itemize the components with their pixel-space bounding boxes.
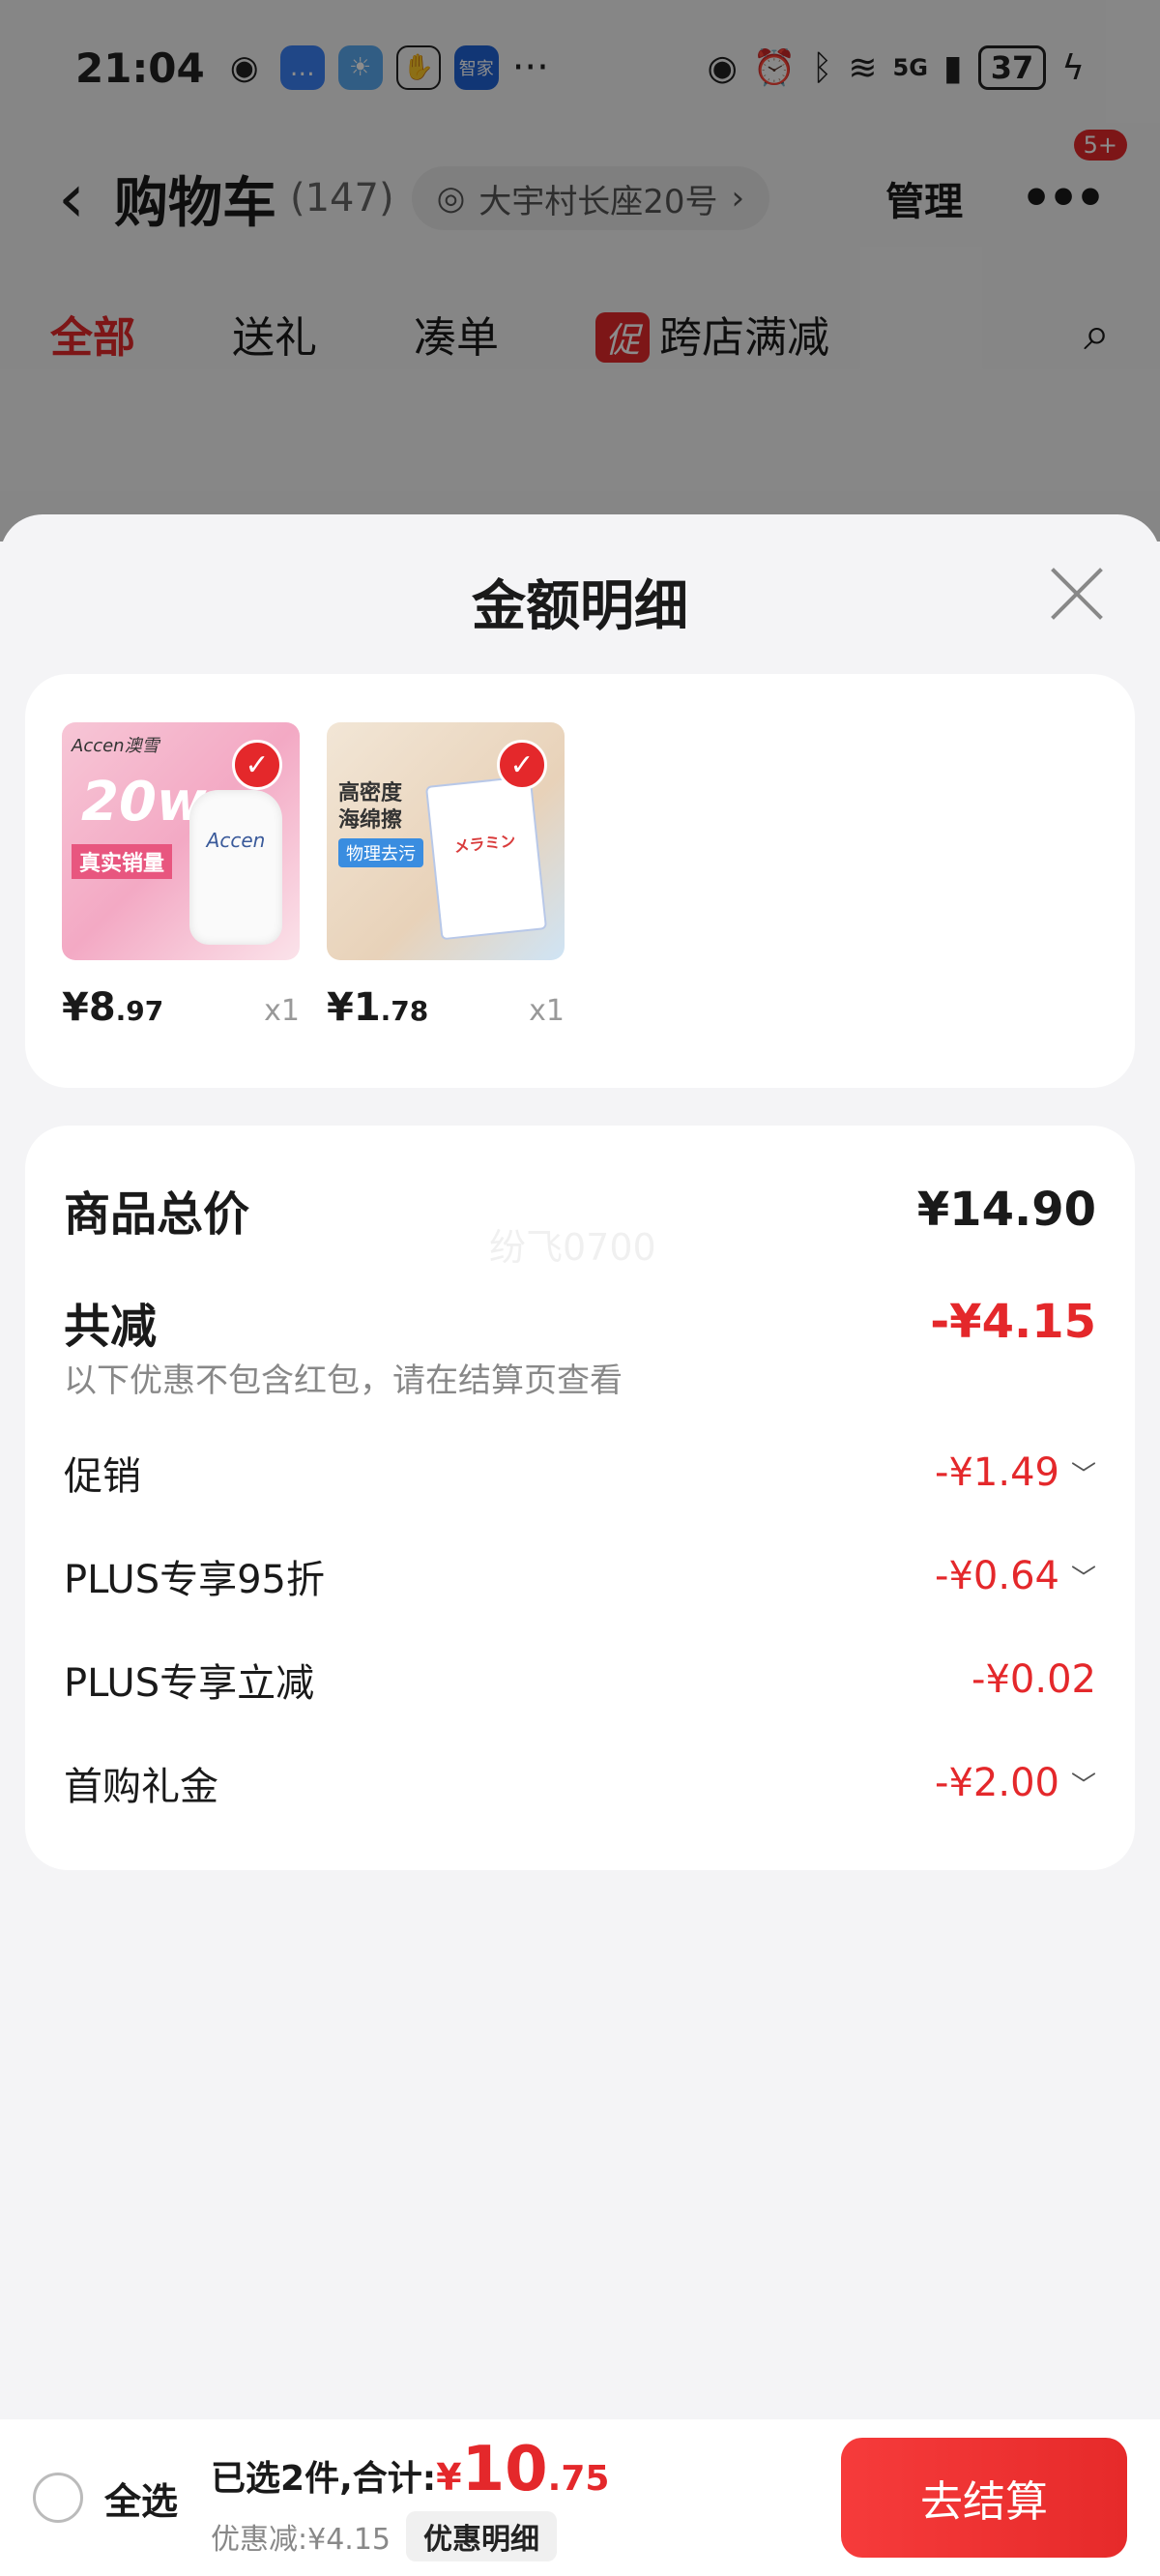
check-icon[interactable]: ✓ [497, 740, 547, 790]
discount-value: -¥0.02 [972, 1657, 1096, 1702]
discount-label: PLUS专享立减 [64, 1661, 315, 1706]
bottle-illustration: Accen [189, 790, 282, 945]
total-price-label: 商品总价 [64, 1187, 250, 1242]
product-badge-text: 20w [81, 771, 207, 834]
chevron-down-icon: ﹀ [1070, 1564, 1096, 1594]
product-item[interactable]: 高密度 海绵擦 物理去污 メラミン ✓ ¥1.78 x1 [327, 722, 565, 1030]
product-image: Accen澳雪 20w 真实销量 Accen ✓ [62, 722, 300, 960]
total-reduction-label: 共减 [64, 1300, 158, 1354]
product-image-tag: 物理去污 [338, 838, 423, 867]
total-line: 已选2件,合计: ¥ 10 .75 [211, 2434, 609, 2505]
total-decimal: .75 [547, 2459, 610, 2499]
checkout-button[interactable]: 去结算 [841, 2438, 1127, 2558]
discount-value: -¥0.64 ﹀ [935, 1554, 1096, 1598]
product-price: ¥1.78 [327, 985, 429, 1030]
discount-detail-button[interactable]: 优惠明细 [406, 2511, 558, 2561]
selected-products-card: Accen澳雪 20w 真实销量 Accen ✓ ¥8.97 x1 高密度 海绵… [25, 674, 1135, 1088]
discount-row-promotion[interactable]: 促销 -¥1.49 ﹀ [64, 1445, 1096, 1501]
sponge-box-illustration: メラミン [424, 775, 548, 941]
modal-overlay[interactable] [0, 0, 1160, 542]
product-quantity: x1 [264, 994, 300, 1028]
checkout-bar: 全选 已选2件,合计: ¥ 10 .75 优惠减:¥4.15 优惠明细 去结算 [0, 2419, 1160, 2576]
total-price-value: ¥14.90 [916, 1183, 1096, 1237]
selected-count-text: 已选2件,合计: [211, 2459, 437, 2499]
check-icon[interactable]: ✓ [232, 740, 282, 790]
discount-label: 首购礼金 [64, 1765, 218, 1809]
chevron-down-icon: ﹀ [1070, 1460, 1096, 1490]
select-all-label[interactable]: 全选 [104, 2472, 178, 2525]
sheet-title: 金额明细 [472, 574, 688, 638]
select-all-radio-icon[interactable] [33, 2473, 83, 2523]
discount-line: 优惠减:¥4.15 优惠明细 [211, 2511, 609, 2561]
discount-value: -¥1.49 ﹀ [935, 1450, 1096, 1495]
product-sales-text: 真实销量 [72, 844, 173, 879]
discount-row-plus-95[interactable]: PLUS专享95折 -¥0.64 ﹀ [64, 1548, 1096, 1604]
product-image-text: 高密度 海绵擦 [338, 781, 403, 833]
reduction-note: 以下优惠不包含红包，请在结算页查看 [64, 1361, 623, 1400]
price-summary-card: 纷飞0700 商品总价 ¥14.90 共减 -¥4.15 以下优惠不包含红包，请… [25, 1126, 1135, 1870]
chevron-down-icon: ﹀ [1070, 1771, 1096, 1800]
product-image: 高密度 海绵擦 物理去污 メラミン ✓ [327, 722, 565, 960]
total-integer: 10 [461, 2434, 548, 2505]
product-price: ¥8.97 [62, 985, 164, 1030]
product-quantity: x1 [529, 994, 565, 1028]
discount-row-plus-reduce: PLUS专享立减 -¥0.02 [64, 1652, 1096, 1708]
total-price-row: 商品总价 ¥14.90 [64, 1176, 1096, 1244]
total-currency: ¥ [436, 2456, 462, 2499]
totals-block: 已选2件,合计: ¥ 10 .75 优惠减:¥4.15 优惠明细 [211, 2434, 609, 2561]
total-reduction-row: 共减 -¥4.15 [64, 1288, 1096, 1356]
product-brand: Accen澳雪 [72, 736, 160, 756]
product-item[interactable]: Accen澳雪 20w 真实销量 Accen ✓ ¥8.97 x1 [62, 722, 300, 1030]
discount-row-first-purchase[interactable]: 首购礼金 -¥2.00 ﹀ [64, 1755, 1096, 1811]
amount-detail-sheet: 金额明细 Accen澳雪 20w 真实销量 Accen ✓ ¥8.97 x1 高… [0, 514, 1160, 2419]
discount-label: 促销 [64, 1454, 141, 1499]
discount-summary-text: 优惠减:¥4.15 [211, 2523, 392, 2557]
total-reduction-value: -¥4.15 [930, 1295, 1096, 1349]
discount-value: -¥2.00 ﹀ [935, 1761, 1096, 1805]
discount-label: PLUS专享95折 [64, 1558, 325, 1602]
close-icon[interactable] [1046, 563, 1108, 625]
